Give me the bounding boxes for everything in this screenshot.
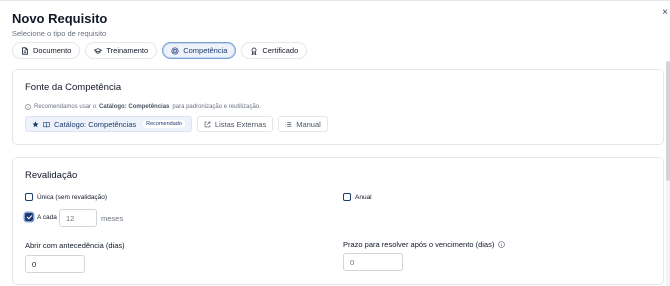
catalog-source-button[interactable]: Catálogo: Competências Recomendado — [25, 116, 192, 132]
source-hint: Recomendamos usar o Catálogo: Competênci… — [25, 104, 261, 110]
option-unique[interactable]: Única (sem revalidação) — [25, 193, 107, 201]
source-title: Fonte da Competência — [25, 82, 122, 93]
option-unique-label: Única (sem revalidação) — [37, 193, 108, 201]
revalidation-title: Revalidação — [25, 170, 78, 181]
info-icon — [25, 104, 31, 110]
book-icon — [43, 121, 50, 127]
hint-catalog-name: Catálogo: Competências — [99, 104, 170, 110]
dialog-subtitle: Selecione o tipo de requisito — [12, 29, 107, 38]
tab-label: Certificado — [262, 46, 299, 55]
deadline-days-label-wrap: Prazo para resolver após o vencimento (d… — [343, 240, 506, 249]
manual-source-button[interactable]: Manual — [278, 116, 328, 132]
requirement-type-tabs: Documento Treinamento Competência Certif… — [12, 42, 308, 59]
manual-source-label: Manual — [296, 119, 321, 129]
tab-label: Competência — [183, 46, 228, 55]
tab-documento[interactable]: Documento — [12, 42, 81, 59]
tab-certificado[interactable]: Certificado — [241, 42, 308, 59]
every-months-input[interactable] — [59, 209, 97, 227]
graduation-cap-icon — [94, 47, 103, 54]
star-icon — [32, 120, 39, 127]
unique-checkbox[interactable] — [25, 193, 33, 201]
deadline-days-label: Prazo para resolver após o vencimento (d… — [343, 240, 495, 249]
every-unit-label: meses — [101, 214, 124, 223]
hint-suffix: para padronização e reutilização. — [172, 104, 261, 110]
info-icon[interactable] — [498, 241, 506, 248]
option-every-label: A cada — [37, 213, 57, 221]
external-lists-button[interactable]: Listas Externas — [196, 116, 274, 132]
dialog-title: Novo Requisito — [12, 11, 108, 26]
new-requirement-dialog: × Novo Requisito Selecione o tipo de req… — [0, 0, 670, 286]
recommended-badge: Recomendado — [143, 120, 185, 128]
list-icon — [285, 121, 292, 127]
close-icon[interactable]: × — [662, 7, 668, 18]
deadline-days-input[interactable] — [343, 253, 403, 271]
source-options: Catálogo: Competências Recomendado Lista… — [25, 116, 328, 132]
advance-days-input[interactable] — [25, 255, 85, 273]
option-every[interactable]: A cada — [25, 213, 57, 221]
annual-checkbox[interactable] — [343, 193, 351, 201]
competency-source-card: Fonte da Competência Recomendamos usar o… — [12, 69, 664, 145]
award-icon — [251, 47, 257, 55]
option-annual[interactable]: Anual — [343, 193, 372, 201]
target-icon — [171, 46, 179, 55]
tab-competencia[interactable]: Competência — [162, 42, 237, 59]
tab-treinamento[interactable]: Treinamento — [85, 42, 158, 59]
every-checkbox[interactable] — [25, 213, 33, 221]
revalidation-card: Revalidação Única (sem revalidação) Anua… — [12, 157, 664, 285]
scrollbar-thumb[interactable] — [666, 61, 670, 181]
catalog-source-label: Catálogo: Competências — [54, 119, 137, 129]
document-icon — [22, 46, 28, 55]
tab-label: Treinamento — [106, 46, 149, 55]
hint-prefix: Recomendamos usar o — [34, 104, 97, 110]
advance-days-label: Abrir com antecedência (dias) — [25, 241, 125, 250]
tab-label: Documento — [33, 46, 72, 55]
option-annual-label: Anual — [355, 193, 372, 201]
external-lists-label: Listas Externas — [214, 119, 267, 129]
external-link-icon — [204, 121, 211, 127]
